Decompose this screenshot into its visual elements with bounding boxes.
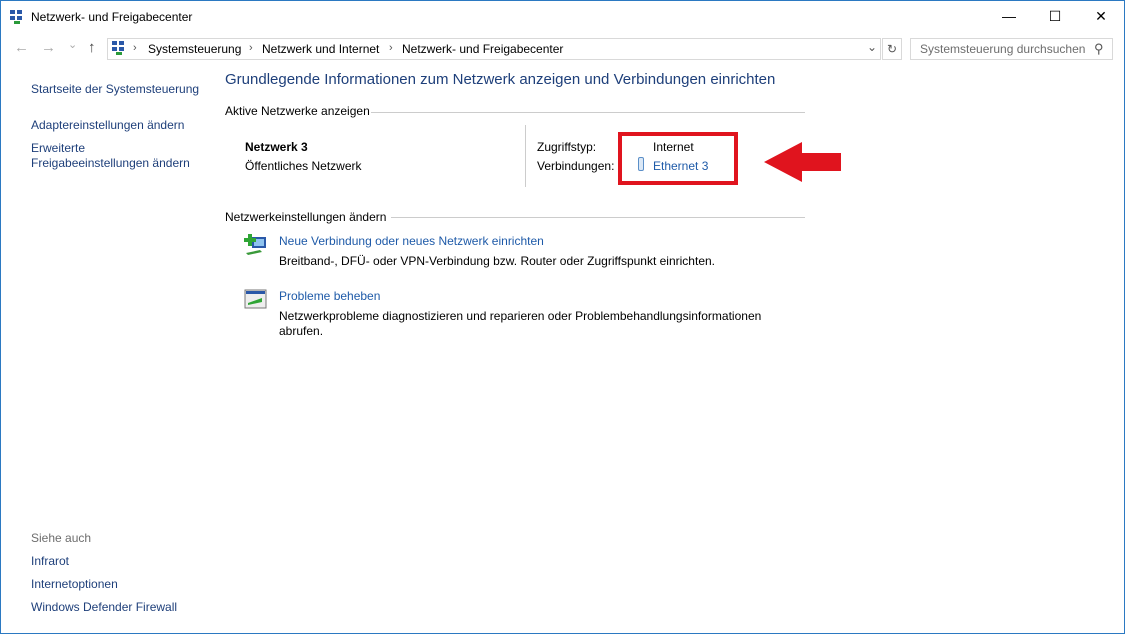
network-name: Netzwerk 3 <box>245 140 308 154</box>
red-arrow-annotation <box>764 142 841 182</box>
troubleshoot-description: Netzwerkprobleme diagnostizieren und rep… <box>279 309 762 338</box>
network-settings-title: Netzwerkeinstellungen ändern <box>225 210 387 224</box>
troubleshoot-icon <box>244 289 267 309</box>
page-title: Grundlegende Informationen zum Netzwerk … <box>225 71 776 88</box>
new-connection-description: Breitband-, DFÜ- oder VPN-Verbindung bzw… <box>279 254 715 268</box>
access-type-label: Zugriffstyp: <box>537 140 597 154</box>
connections-label: Verbindungen: <box>537 159 615 173</box>
breadcrumb-freigabecenter[interactable]: Netzwerk- und Freigabecenter <box>402 42 563 56</box>
minimize-button[interactable]: — <box>986 1 1032 33</box>
address-network-icon <box>112 41 126 55</box>
chevron-right-icon: › <box>389 42 393 54</box>
close-button[interactable]: ✕ <box>1078 1 1124 33</box>
active-networks-title: Aktive Netzwerke anzeigen <box>225 104 370 118</box>
divider <box>371 112 805 113</box>
search-placeholder: Systemsteuerung durchsuchen <box>920 42 1086 56</box>
see-also-firewall[interactable]: Windows Defender Firewall <box>31 600 177 614</box>
search-input[interactable]: Systemsteuerung durchsuchen ⚲ <box>910 38 1113 60</box>
new-connection-link[interactable]: Neue Verbindung oder neues Netzwerk einr… <box>279 234 544 248</box>
recent-locations-button[interactable]: ⌄ <box>68 38 77 51</box>
address-dropdown-button[interactable]: ⌄ <box>867 40 877 54</box>
forward-button[interactable]: → <box>41 39 56 56</box>
highlight-box <box>618 132 738 185</box>
network-type[interactable]: Öffentliches Netzwerk <box>245 159 362 173</box>
vertical-divider <box>525 125 526 187</box>
sidebar-item-adapter[interactable]: Adaptereinstellungen ändern <box>31 118 184 132</box>
breadcrumb-systemsteuerung[interactable]: Systemsteuerung <box>148 42 241 56</box>
search-icon[interactable]: ⚲ <box>1094 41 1104 57</box>
troubleshoot-link[interactable]: Probleme beheben <box>279 289 380 303</box>
breadcrumb-netzwerk-internet[interactable]: Netzwerk und Internet <box>262 42 379 56</box>
sidebar-item-home[interactable]: Startseite der Systemsteuerung <box>31 82 199 96</box>
refresh-button[interactable]: ↻ <box>882 38 902 60</box>
title-bar: Netzwerk- und Freigabecenter — ☐ ✕ <box>1 1 1124 33</box>
see-also-infrared[interactable]: Infrarot <box>31 554 69 568</box>
new-connection-icon <box>244 234 266 255</box>
maximize-button[interactable]: ☐ <box>1032 1 1078 33</box>
see-also-title: Siehe auch <box>31 531 92 545</box>
sidebar-item-sharing[interactable]: Erweiterte Freigabeeinstellungen ändern <box>31 141 201 171</box>
window-title: Netzwerk- und Freigabecenter <box>31 10 193 24</box>
chevron-right-icon: › <box>249 42 253 54</box>
up-button[interactable]: ↑ <box>88 39 96 56</box>
see-also-internet-options[interactable]: Internetoptionen <box>31 577 118 591</box>
divider <box>391 217 805 218</box>
back-button[interactable]: ← <box>14 39 29 56</box>
chevron-right-icon: › <box>133 42 137 54</box>
network-center-icon <box>10 10 24 24</box>
